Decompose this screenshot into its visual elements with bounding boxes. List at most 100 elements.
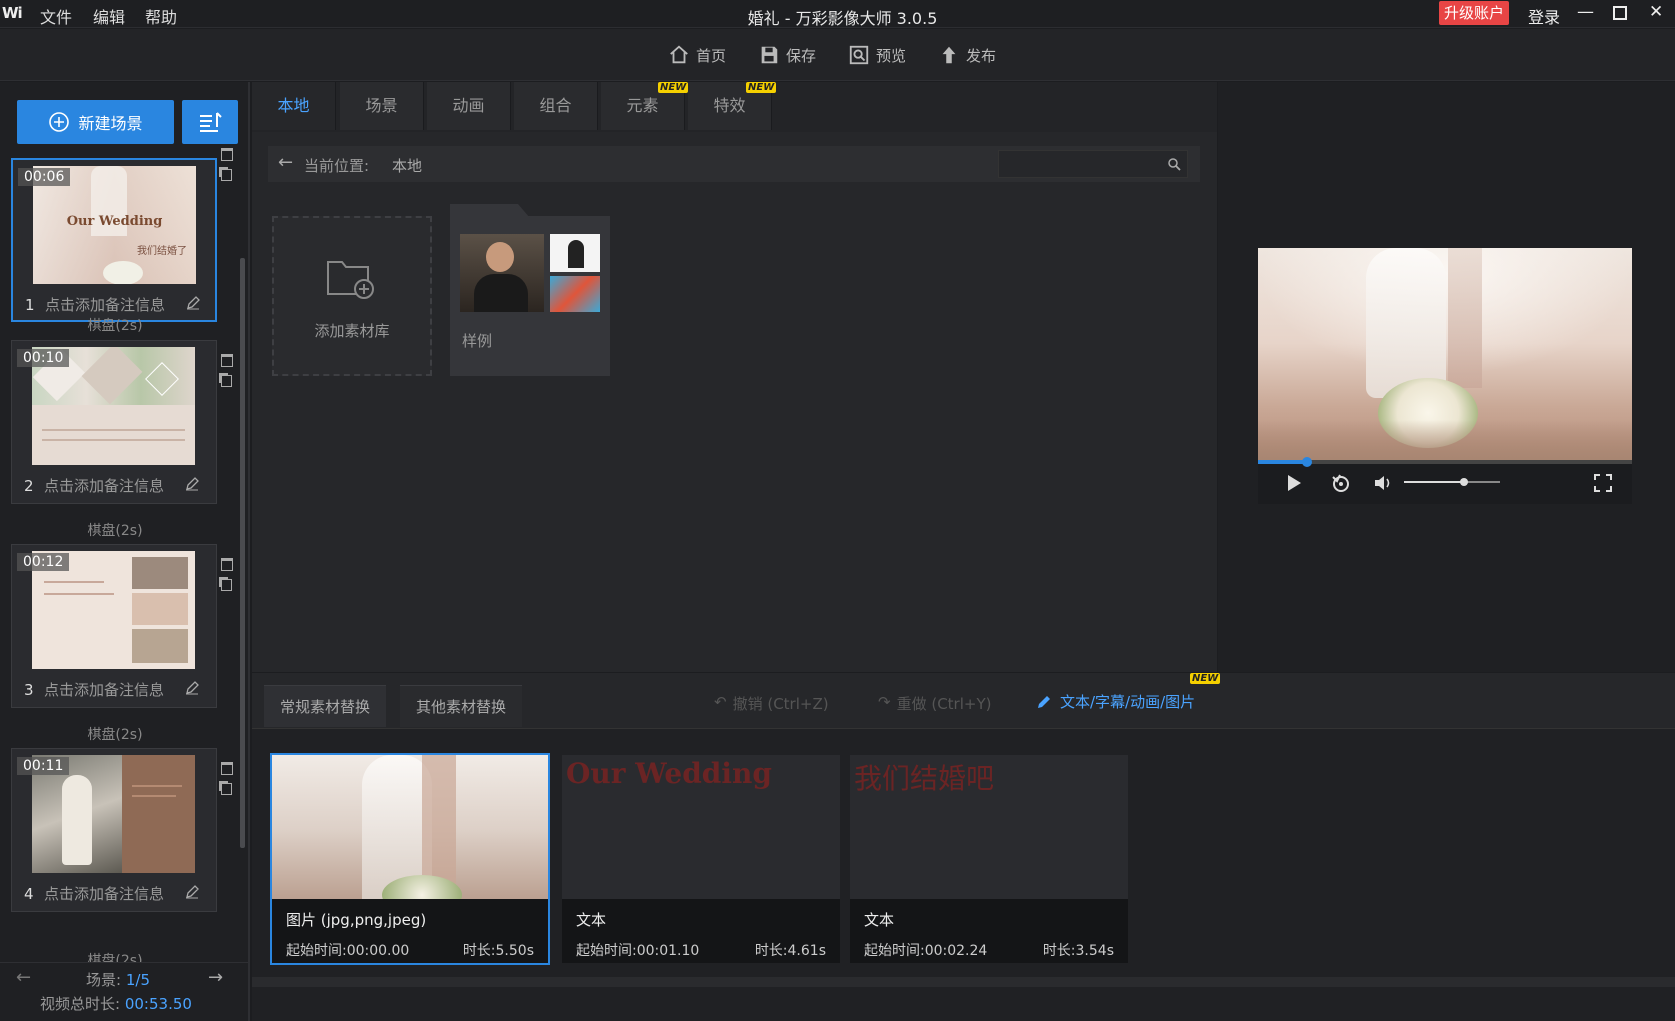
sample-folder-card[interactable]: 样例	[450, 204, 610, 376]
scene-duration: 00:11	[17, 757, 70, 775]
redo-label: 重做 (Ctrl+Y)	[896, 695, 992, 713]
scene-note[interactable]: 点击添加备注信息	[44, 679, 164, 700]
horizontal-scrollbar[interactable]	[252, 977, 1675, 987]
tab-scenes[interactable]: 场景	[340, 82, 424, 130]
plus-circle-icon	[49, 112, 70, 132]
undo-button[interactable]: ↶ 撤销 (Ctrl+Z)	[714, 693, 829, 714]
tab-other-replace[interactable]: 其他素材替换	[400, 685, 523, 727]
back-arrow-icon[interactable]: ←	[278, 152, 293, 173]
next-scene-icon[interactable]: →	[208, 967, 223, 988]
pencil-icon[interactable]	[185, 477, 199, 491]
path-label: 当前位置:	[304, 157, 370, 175]
material-type: 文本	[576, 911, 607, 929]
list-sort-icon	[200, 112, 222, 132]
transition-label[interactable]: 棋盘(2s)	[0, 315, 230, 335]
transition-label[interactable]: 棋盘(2s)	[0, 520, 230, 540]
save-button[interactable]: 保存	[758, 44, 816, 66]
scene-card[interactable]: 00:10 2 点击添加备注信息	[11, 340, 217, 504]
window-title: 婚礼 - 万彩影像大师 3.0.5	[747, 9, 938, 28]
scene-note[interactable]: 点击添加备注信息	[44, 475, 164, 496]
save-label: 保存	[786, 46, 817, 65]
transition-label[interactable]: 棋盘(2s)	[0, 724, 230, 744]
pencil-icon[interactable]	[185, 885, 199, 899]
scene-sort-button[interactable]	[182, 100, 238, 144]
redo-button[interactable]: ↷ 重做 (Ctrl+Y)	[878, 693, 991, 714]
material-card[interactable]: 我们结婚吧 文本 起始时间:00:02.24 时长:3.54s	[850, 755, 1128, 963]
total-duration-label: 视频总时长:	[40, 995, 121, 1013]
scene-note[interactable]: 点击添加备注信息	[44, 883, 164, 904]
material-card[interactable]: Our Wedding 文本 起始时间:00:01.10 时长:4.61s	[562, 755, 840, 963]
copy-icon[interactable]	[221, 783, 232, 795]
trash-icon[interactable]	[221, 558, 233, 571]
folder-add-icon	[327, 261, 374, 299]
material-info: 图片 (jpg,png,jpeg) 起始时间:00:00.00 时长:5.50s	[272, 899, 548, 963]
progress-bar[interactable]	[1258, 457, 1632, 467]
scene-number: 2	[24, 477, 34, 495]
scene-card[interactable]: 00:11 4 点击添加备注信息	[11, 748, 217, 912]
scene-footer: ← → 场景: 1/5 视频总时长: 00:53.50	[0, 962, 248, 1021]
new-scene-label: 新建场景	[78, 114, 143, 133]
login-button[interactable]: 登录	[1528, 4, 1560, 28]
copy-icon[interactable]	[221, 579, 232, 591]
scene-note[interactable]: 点击添加备注信息	[45, 294, 165, 315]
prev-scene-icon[interactable]: ←	[16, 967, 31, 988]
material-start: 起始时间:00:00.00	[286, 943, 410, 959]
volume-slider[interactable]	[1404, 478, 1500, 486]
add-library-card[interactable]: 添加素材库	[272, 216, 432, 376]
sample-photo	[460, 234, 544, 312]
volume-icon[interactable]	[1374, 474, 1394, 492]
sample-label: 样例	[462, 332, 493, 350]
preview-button[interactable]: 预览	[848, 44, 906, 66]
pencil-icon[interactable]	[185, 681, 199, 695]
preview-panel	[1218, 82, 1675, 672]
scene-actions	[221, 762, 235, 795]
tab-animation[interactable]: 动画	[427, 82, 511, 130]
copy-icon[interactable]	[221, 375, 232, 387]
pencil-icon[interactable]	[186, 296, 200, 310]
toolbar: 首页 保存 预览 发布	[0, 29, 1675, 81]
trash-icon[interactable]	[221, 354, 233, 367]
preview-icon	[849, 45, 869, 65]
text-subtitle-link[interactable]: 文本/字幕/动画/图片	[1036, 691, 1195, 712]
replay-icon[interactable]	[1330, 472, 1352, 494]
tab-group[interactable]: 组合	[514, 82, 598, 130]
material-duration: 时长:5.50s	[462, 943, 534, 959]
play-icon[interactable]	[1286, 474, 1302, 492]
replacement-panel: 常规素材替换 其他素材替换 ↶ 撤销 (Ctrl+Z) ↷ 重做 (Ctrl+Y) …	[252, 673, 1675, 1021]
upgrade-button[interactable]: 升级账户	[1439, 1, 1509, 25]
trash-icon[interactable]	[221, 762, 233, 775]
preview-video[interactable]	[1258, 248, 1632, 460]
home-button[interactable]: 首页	[668, 44, 726, 66]
player-controls	[1258, 457, 1632, 504]
scene-card[interactable]: Our Wedding 我们结婚了 00:06 1 点击添加备注信息	[11, 158, 217, 322]
scene-duration: 00:12	[17, 553, 70, 571]
material-info: 文本 起始时间:00:01.10 时长:4.61s	[562, 899, 840, 963]
trash-icon[interactable]	[221, 148, 233, 161]
material-duration: 时长:4.61s	[754, 943, 826, 959]
minimize-icon[interactable]: —	[1577, 2, 1594, 22]
thumb-subtitle: 我们结婚了	[137, 246, 187, 257]
total-duration-value: 00:53.50	[124, 995, 192, 1013]
scene-number: 3	[24, 681, 34, 699]
scene-duration: 00:06	[18, 168, 71, 186]
publish-button[interactable]: 发布	[938, 44, 996, 66]
scene-card[interactable]: 00:12 3 点击添加备注信息	[11, 544, 217, 708]
maximize-icon[interactable]	[1613, 0, 1627, 25]
search-input[interactable]	[998, 150, 1188, 178]
copy-icon[interactable]	[221, 169, 232, 181]
tab-regular-replace[interactable]: 常规素材替换	[264, 685, 387, 727]
fullscreen-icon[interactable]	[1594, 474, 1612, 492]
scene-actions	[221, 148, 235, 181]
undo-label: 撤销 (Ctrl+Z)	[732, 695, 829, 713]
tab-local[interactable]: 本地	[252, 82, 336, 130]
add-library-label: 添加素材库	[314, 322, 390, 340]
home-icon	[670, 45, 688, 64]
save-icon	[761, 46, 778, 64]
close-icon[interactable]: ✕	[1649, 2, 1663, 22]
new-scene-button[interactable]: 新建场景	[17, 100, 174, 144]
new-badge: NEW	[1190, 673, 1221, 684]
new-badge: NEW	[658, 82, 689, 93]
sample-photo	[550, 276, 600, 312]
material-card[interactable]: 图片 (jpg,png,jpeg) 起始时间:00:00.00 时长:5.50s	[270, 753, 550, 965]
scene-scrollbar[interactable]	[240, 258, 245, 848]
